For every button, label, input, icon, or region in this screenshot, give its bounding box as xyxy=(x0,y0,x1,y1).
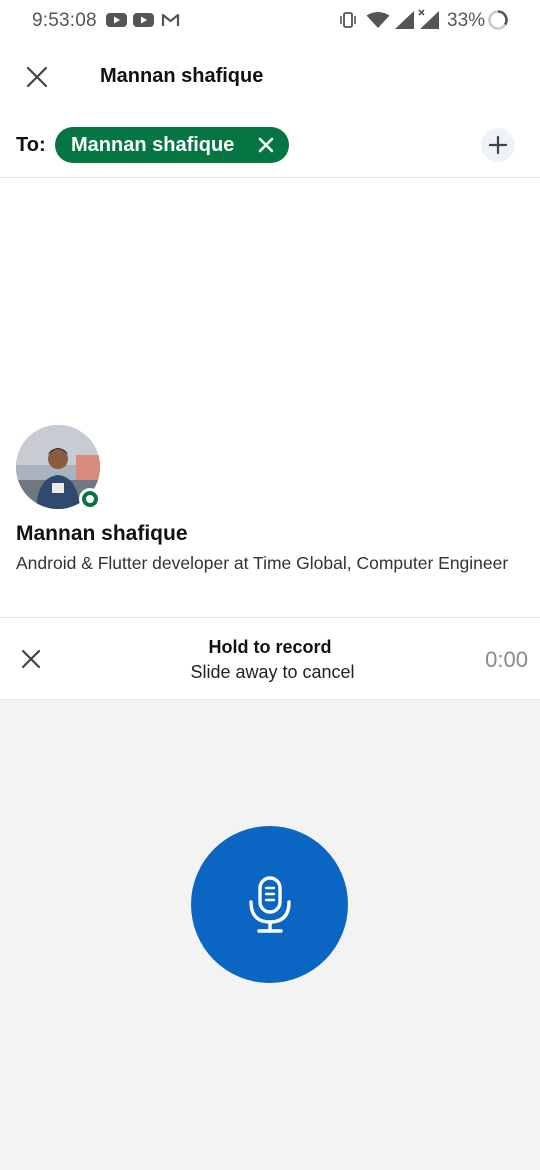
plus-icon xyxy=(488,135,508,155)
compose-header: Mannan shafique xyxy=(0,40,540,114)
close-button[interactable] xyxy=(20,60,54,94)
close-icon xyxy=(26,66,48,88)
record-area xyxy=(0,700,540,1170)
profile-name[interactable]: Mannan shafique xyxy=(16,522,188,546)
vibrate-icon xyxy=(340,12,356,28)
signal-icon xyxy=(418,9,439,29)
online-status-indicator xyxy=(79,488,101,510)
record-timer: 0:00 xyxy=(485,647,528,672)
recipient-chip-label: Mannan shafique xyxy=(71,133,235,156)
microphone-icon xyxy=(248,875,291,933)
youtube-icon xyxy=(133,13,154,27)
page-title: Mannan shafique xyxy=(100,65,264,87)
add-recipient-button[interactable] xyxy=(481,128,515,162)
status-bar: 9:53:08 33% xyxy=(0,0,540,40)
remove-recipient-icon[interactable] xyxy=(257,136,275,154)
wifi-icon xyxy=(366,12,390,28)
signal-icon xyxy=(395,11,414,29)
recipients-row: To: Mannan shafique xyxy=(0,114,540,178)
youtube-icon xyxy=(106,13,127,27)
status-time: 9:53:08 xyxy=(32,10,97,31)
recipient-chip[interactable]: Mannan shafique xyxy=(55,127,289,163)
to-label: To: xyxy=(16,134,46,156)
voice-record-bar: Hold to record Slide away to cancel 0:00 xyxy=(0,617,540,700)
record-voice-button[interactable] xyxy=(191,826,348,983)
battery-icon xyxy=(488,10,508,30)
record-instruction-subtitle: Slide away to cancel xyxy=(190,662,355,682)
profile-headline: Android & Flutter developer at Time Glob… xyxy=(16,553,509,573)
gmail-icon xyxy=(161,13,180,26)
record-instruction-title: Hold to record xyxy=(208,637,332,657)
battery-percentage: 33% xyxy=(447,10,486,31)
